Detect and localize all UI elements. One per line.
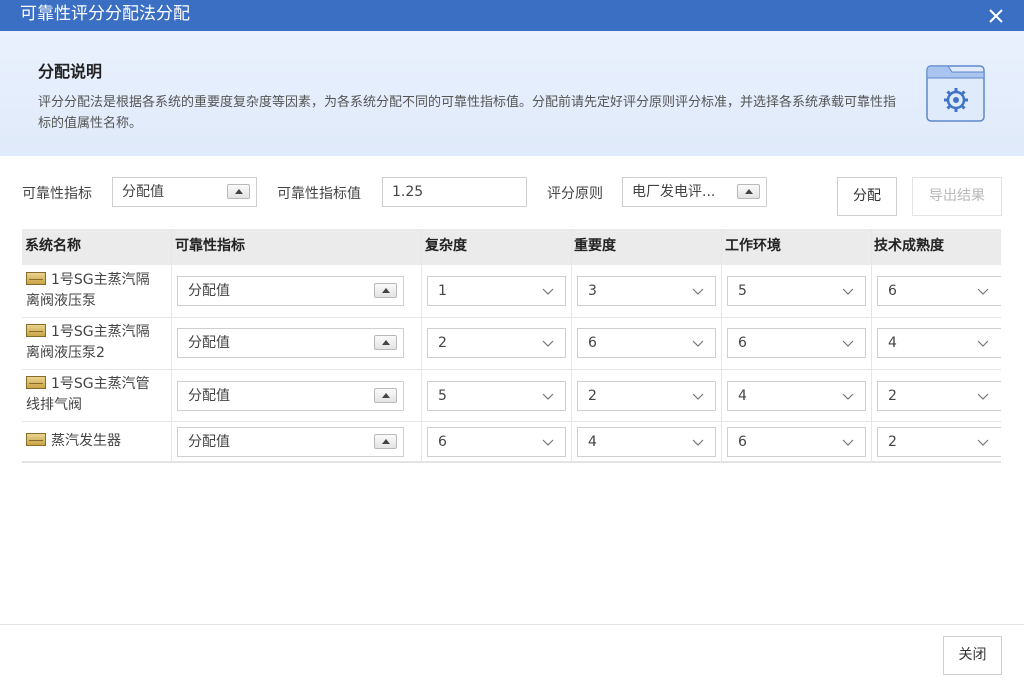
chevron-down-icon <box>542 288 554 295</box>
device-icon <box>26 376 46 389</box>
column-divider <box>421 229 422 462</box>
chevron-down-icon <box>542 340 554 347</box>
info-banner: 分配说明 评分分配法是根据各系统的重要度复杂度等因素，为各系统分配不同的可靠性指… <box>0 31 1024 156</box>
settings-window-icon <box>926 65 985 122</box>
device-icon <box>26 272 46 285</box>
chevron-down-icon <box>977 340 989 347</box>
importance-select[interactable]: 3 <box>577 276 716 306</box>
device-icon <box>26 324 46 337</box>
table-row: 蒸汽发生器 分配值 6 4 6 2 <box>22 422 1001 462</box>
device-icon <box>26 433 46 446</box>
chevron-down-icon <box>977 439 989 446</box>
indicator-select[interactable]: 分配值 <box>177 381 404 411</box>
chevron-down-icon <box>977 288 989 295</box>
dialog-title: 可靠性评分分配法分配 <box>20 4 190 24</box>
chevron-down-icon <box>542 393 554 400</box>
importance-select[interactable]: 2 <box>577 381 716 411</box>
indicator-select[interactable]: 分配值 <box>112 177 257 207</box>
column-divider <box>721 229 722 462</box>
scoring-principle-select[interactable]: 电厂发电评... <box>622 177 767 207</box>
complexity-select[interactable]: 5 <box>427 381 566 411</box>
col-importance: 重要度 <box>574 238 616 254</box>
indicator-select[interactable]: 分配值 <box>177 276 404 306</box>
importance-select[interactable]: 6 <box>577 328 716 358</box>
indicator-value-text: 1.25 <box>392 184 424 200</box>
allocate-button[interactable]: 分配 <box>837 177 897 216</box>
system-name-cell: 1号SG主蒸汽隔 离阀液压泵 <box>26 272 150 309</box>
chevron-down-icon <box>842 439 854 446</box>
footer-divider <box>0 624 1024 625</box>
col-maturity: 技术成熟度 <box>874 238 944 254</box>
chevron-down-icon <box>977 393 989 400</box>
indicator-label: 可靠性指标 <box>22 186 92 202</box>
chevron-down-icon <box>692 439 704 446</box>
chevron-down-icon <box>842 340 854 347</box>
importance-select[interactable]: 4 <box>577 427 716 457</box>
spin-up-icon[interactable] <box>374 434 397 449</box>
col-complexity: 复杂度 <box>425 238 467 254</box>
complexity-select[interactable]: 1 <box>427 276 566 306</box>
col-indicator: 可靠性指标 <box>175 238 245 254</box>
indicator-select[interactable]: 分配值 <box>177 328 404 358</box>
indicator-value-label: 可靠性指标值 <box>277 186 361 202</box>
spin-up-icon[interactable] <box>737 184 760 199</box>
close-button[interactable]: 关闭 <box>943 636 1002 675</box>
spin-up-icon[interactable] <box>227 184 250 199</box>
chevron-down-icon <box>692 393 704 400</box>
column-divider <box>171 229 172 462</box>
banner-description: 评分分配法是根据各系统的重要度复杂度等因素，为各系统分配不同的可靠性指标值。分配… <box>38 95 897 131</box>
chevron-down-icon <box>842 393 854 400</box>
chevron-down-icon <box>542 439 554 446</box>
table-row: 1号SG主蒸汽隔 离阀液压泵 分配值 1 3 5 6 <box>22 265 1001 318</box>
maturity-select[interactable]: 4 <box>877 328 1001 358</box>
dialog-titlebar: 可靠性评分分配法分配 <box>0 0 1024 31</box>
allocation-table: 系统名称 可靠性指标 复杂度 重要度 工作环境 技术成熟度 1号SG主蒸汽隔 离… <box>22 229 1001 463</box>
spin-up-icon[interactable] <box>374 388 397 403</box>
indicator-select-value: 分配值 <box>122 184 164 200</box>
col-environment: 工作环境 <box>725 238 781 254</box>
maturity-select[interactable]: 6 <box>877 276 1001 306</box>
table-row: 1号SG主蒸汽隔 离阀液压泵2 分配值 2 6 6 4 <box>22 318 1001 370</box>
export-button[interactable]: 导出结果 <box>912 177 1002 216</box>
system-name-cell: 1号SG主蒸汽管 线排气阀 <box>26 376 150 413</box>
column-divider <box>571 229 572 462</box>
complexity-select[interactable]: 2 <box>427 328 566 358</box>
chevron-down-icon <box>842 288 854 295</box>
chevron-down-icon <box>692 340 704 347</box>
environment-select[interactable]: 4 <box>727 381 866 411</box>
spin-up-icon[interactable] <box>374 283 397 298</box>
indicator-value-input[interactable]: 1.25 <box>382 177 527 207</box>
spin-up-icon[interactable] <box>374 335 397 350</box>
chevron-down-icon <box>692 288 704 295</box>
table-row: 1号SG主蒸汽管 线排气阀 分配值 5 2 4 2 <box>22 370 1001 422</box>
system-name-cell: 1号SG主蒸汽隔 离阀液压泵2 <box>26 324 150 361</box>
col-system-name: 系统名称 <box>25 238 81 254</box>
system-name-cell: 蒸汽发生器 <box>26 431 166 452</box>
banner-heading: 分配说明 <box>38 62 103 81</box>
close-icon[interactable] <box>986 6 1006 26</box>
column-divider <box>871 229 872 462</box>
maturity-select[interactable]: 2 <box>877 427 1001 457</box>
complexity-select[interactable]: 6 <box>427 427 566 457</box>
environment-select[interactable]: 6 <box>727 328 866 358</box>
environment-select[interactable]: 6 <box>727 427 866 457</box>
scoring-principle-value: 电厂发电评... <box>632 184 716 200</box>
maturity-select[interactable]: 2 <box>877 381 1001 411</box>
scoring-principle-label: 评分原则 <box>547 186 603 202</box>
indicator-select[interactable]: 分配值 <box>177 427 404 457</box>
environment-select[interactable]: 5 <box>727 276 866 306</box>
table-header: 系统名称 可靠性指标 复杂度 重要度 工作环境 技术成熟度 <box>22 229 1001 265</box>
